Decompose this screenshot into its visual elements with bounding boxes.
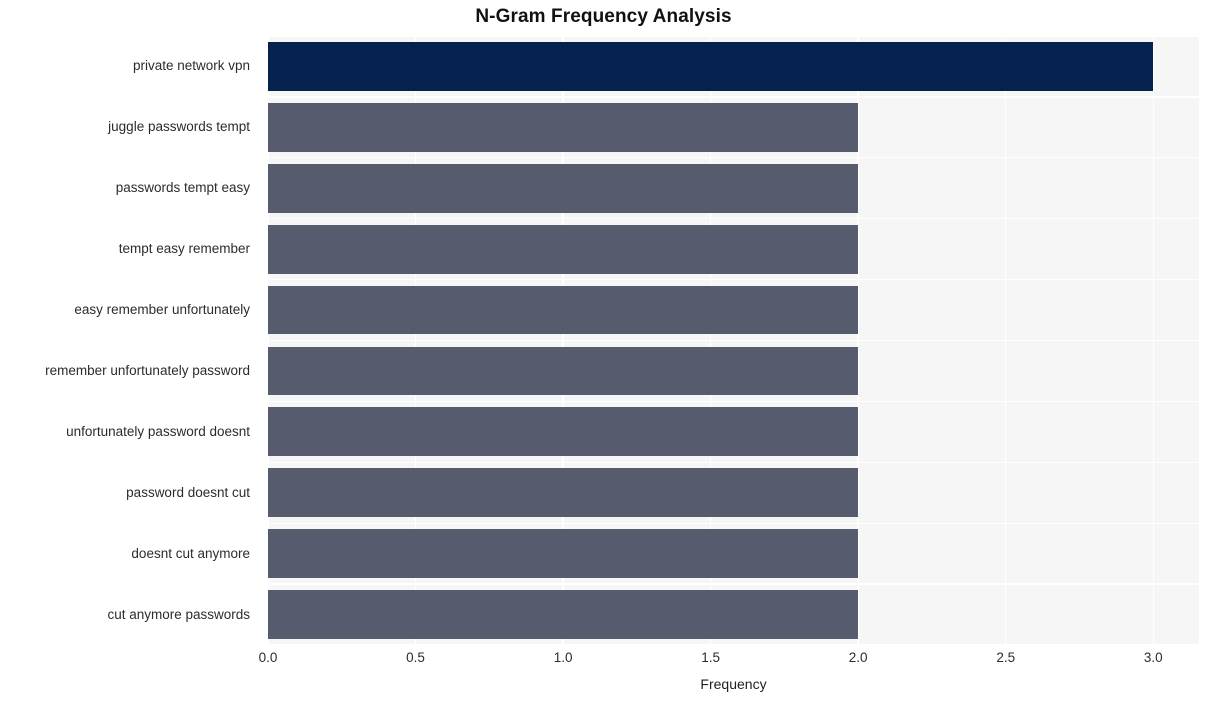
- x-axis-label: Frequency: [700, 676, 767, 692]
- y-axis-tick-labels: private network vpn juggle passwords temp…: [0, 36, 1207, 645]
- x-tick-label: 0.5: [406, 650, 425, 665]
- x-tick-label: 2.0: [848, 650, 868, 665]
- y-tick-label: juggle passwords tempt: [108, 119, 250, 135]
- y-tick-label: password doesnt cut: [126, 484, 250, 500]
- chart-figure: N-Gram Frequency Analysis private networ…: [0, 0, 1207, 701]
- y-tick-label: remember unfortunately password: [45, 362, 250, 378]
- y-tick-label: passwords tempt easy: [115, 180, 250, 196]
- x-axis-tick-labels: 0.0 0.5 1.0 1.5 2.0 2.5 3.0: [259, 650, 1199, 673]
- chart-title: N-Gram Frequency Analysis: [475, 6, 732, 27]
- y-tick-label: tempt easy remember: [118, 241, 250, 257]
- x-tick-label: 1.0: [553, 650, 573, 665]
- x-tick-label: 3.0: [1143, 650, 1163, 665]
- x-tick-label: 2.5: [996, 650, 1016, 665]
- y-tick-label: easy remember unfortunately: [74, 302, 250, 318]
- y-tick-label: cut anymore passwords: [107, 606, 250, 622]
- x-tick-label: 1.5: [701, 650, 721, 665]
- y-tick-label: private network vpn: [132, 58, 250, 74]
- y-tick-label: unfortunately password doesnt: [66, 423, 250, 439]
- x-tick-label: 0.0: [258, 650, 278, 665]
- y-tick-label: doesnt cut anymore: [131, 545, 250, 561]
